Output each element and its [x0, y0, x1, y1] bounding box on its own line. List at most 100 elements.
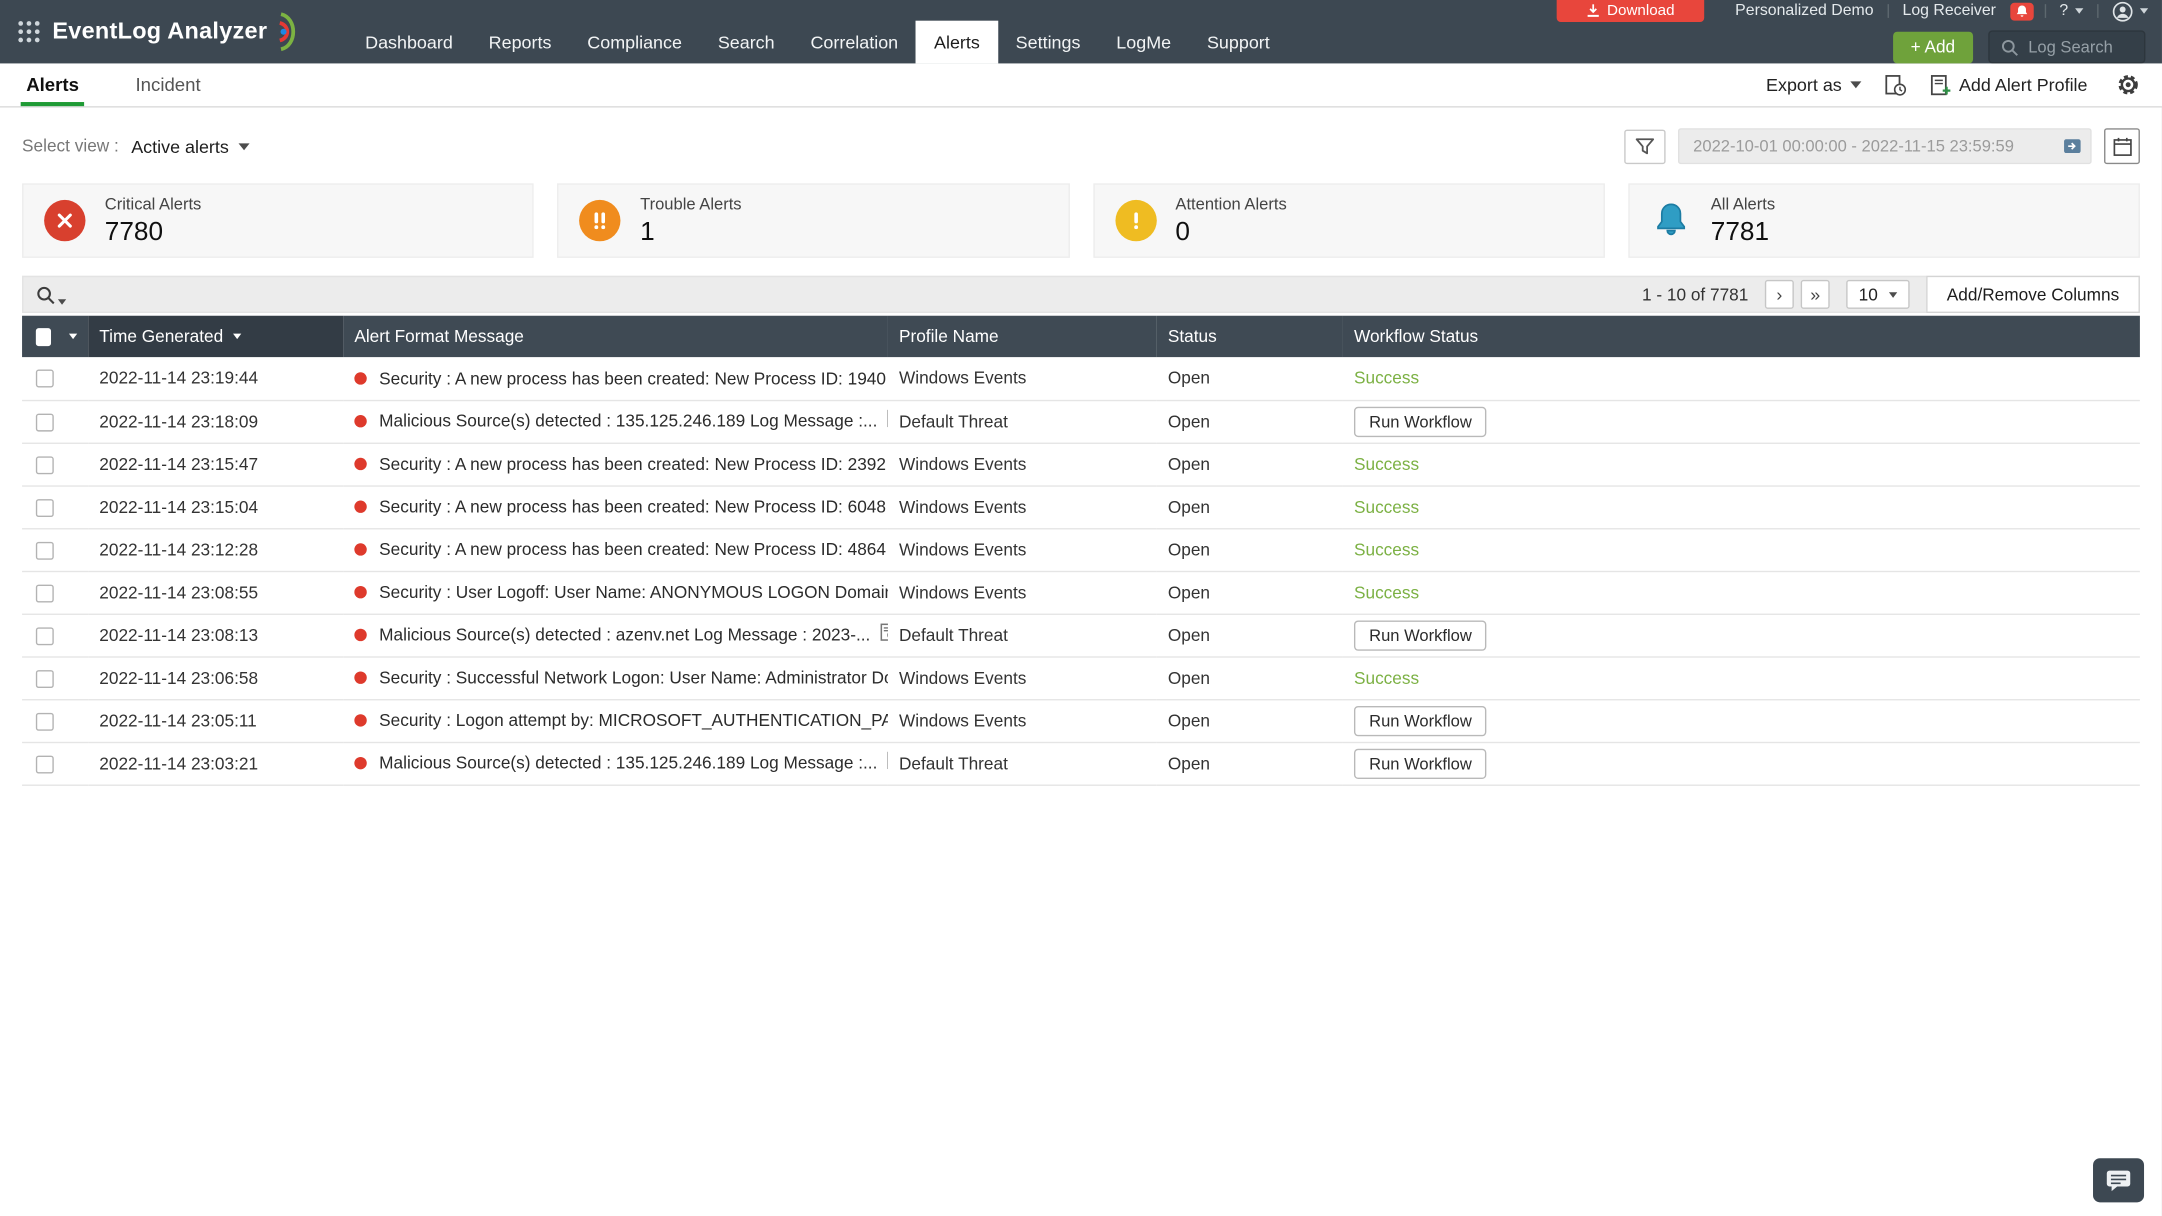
select-all-checkbox[interactable]: [36, 327, 51, 345]
alert-message-link[interactable]: Security : A new process has been create…: [379, 498, 888, 517]
calendar-button[interactable]: [2104, 128, 2140, 164]
run-workflow-button[interactable]: Run Workflow: [1354, 705, 1487, 735]
personalized-demo-link[interactable]: Personalized Demo: [1721, 3, 1887, 20]
view-log-icon[interactable]: [887, 751, 888, 774]
summary-card-critical[interactable]: Critical Alerts7780: [22, 183, 534, 257]
alert-message-link[interactable]: Malicious Source(s) detected : 135.125.2…: [379, 412, 877, 431]
column-status[interactable]: Status: [1157, 316, 1343, 357]
table-row[interactable]: 2022-11-14 23:12:28Security : A new proc…: [22, 528, 2140, 571]
alert-message-link[interactable]: Security : Logon attempt by: MICROSOFT_A…: [379, 711, 888, 730]
table-row[interactable]: 2022-11-14 23:15:04 Security : A new proc…: [22, 485, 2140, 528]
table-search-button[interactable]: [36, 285, 66, 304]
summary-card-attention[interactable]: Attention Alerts0: [1093, 183, 1605, 257]
date-shortcut-icon[interactable]: [2063, 137, 2082, 156]
status-cell: Open: [1157, 742, 1343, 785]
view-log-icon[interactable]: [887, 410, 888, 433]
add-alert-profile-button[interactable]: Add Alert Profile: [1930, 74, 2087, 96]
table-row[interactable]: 2022-11-14 23:03:21Malicious Source(s) d…: [22, 742, 2140, 785]
run-workflow-button[interactable]: Run Workflow: [1354, 406, 1487, 436]
card-label: Trouble Alerts: [640, 194, 741, 213]
card-label: Critical Alerts: [105, 194, 202, 213]
alert-message-link[interactable]: Security : Successful Network Logon: Use…: [379, 669, 888, 688]
last-page-button[interactable]: »: [1801, 280, 1830, 309]
alert-message-cell: Malicious Source(s) detected : 135.125.2…: [343, 742, 888, 785]
nav-item-settings[interactable]: Settings: [998, 21, 1099, 64]
workflow-status-cell: Run Workflow: [1343, 614, 2140, 657]
view-log-icon[interactable]: [880, 623, 888, 646]
nav-item-dashboard[interactable]: Dashboard: [347, 21, 471, 64]
table-row[interactable]: 2022-11-14 23:18:09Malicious Source(s) d…: [22, 400, 2140, 443]
nav-item-logme[interactable]: LogMe: [1098, 21, 1189, 64]
run-workflow-button[interactable]: Run Workflow: [1354, 748, 1487, 778]
row-checkbox[interactable]: [36, 541, 54, 559]
select-dropdown-icon[interactable]: [69, 334, 77, 340]
chevron-down-icon: [1850, 81, 1861, 88]
log-search-input[interactable]: Log Search: [1988, 30, 2145, 63]
log-receiver-link[interactable]: Log Receiver: [1889, 3, 2010, 20]
alert-message-link[interactable]: Security : A new process has been create…: [379, 369, 888, 388]
workflow-status-cell: Run Workflow: [1343, 699, 2140, 742]
row-checkbox[interactable]: [36, 456, 54, 474]
tab-alerts[interactable]: Alerts: [22, 63, 83, 106]
row-checkbox[interactable]: [36, 499, 54, 517]
nav-item-reports[interactable]: Reports: [471, 21, 570, 64]
add-button[interactable]: + Add: [1893, 31, 1973, 63]
help-menu[interactable]: ?: [2046, 3, 2098, 20]
export-as-menu[interactable]: Export as: [1766, 74, 1861, 95]
status-cell: Open: [1157, 400, 1343, 443]
table-row[interactable]: 2022-11-14 23:15:47 Security : A new proc…: [22, 443, 2140, 486]
row-checkbox-cell: [22, 614, 88, 657]
download-button[interactable]: Download: [1556, 0, 1705, 22]
alert-message-link[interactable]: Security : A new process has been create…: [379, 540, 888, 559]
row-checkbox[interactable]: [36, 627, 54, 645]
alert-message-link[interactable]: Security : User Logoff: User Name: ANONY…: [379, 583, 888, 602]
row-checkbox[interactable]: [36, 584, 54, 602]
add-remove-columns-button[interactable]: Add/Remove Columns: [1926, 276, 2140, 313]
column-time-generated[interactable]: Time Generated: [88, 316, 343, 357]
severity-dot-icon: [354, 672, 366, 684]
tab-incident[interactable]: Incident: [131, 63, 204, 106]
table-row[interactable]: 2022-11-14 23:08:55Security : User Logof…: [22, 571, 2140, 614]
table-row[interactable]: 2022-11-14 23:06:58Security : Successful…: [22, 656, 2140, 699]
chat-widget-button[interactable]: [2093, 1158, 2144, 1202]
alert-message-link[interactable]: Malicious Source(s) detected : 135.125.2…: [379, 754, 877, 773]
row-checkbox[interactable]: [36, 670, 54, 688]
settings-gear-icon[interactable]: [2116, 73, 2139, 96]
add-profile-icon: [1930, 74, 1951, 96]
nav-item-alerts[interactable]: Alerts: [916, 21, 998, 64]
card-label: Attention Alerts: [1175, 194, 1286, 213]
nav-item-support[interactable]: Support: [1189, 21, 1288, 64]
table-row[interactable]: 2022-11-14 23:19:44Security : A new proc…: [22, 357, 2140, 400]
row-checkbox[interactable]: [36, 370, 54, 388]
workflow-status-cell: Run Workflow: [1343, 400, 2140, 443]
row-checkbox-cell: [22, 485, 88, 528]
row-checkbox[interactable]: [36, 712, 54, 730]
nav-item-search[interactable]: Search: [700, 21, 793, 64]
run-workflow-button[interactable]: Run Workflow: [1354, 620, 1487, 650]
chevron-down-icon: [2140, 8, 2148, 14]
view-selector[interactable]: Active alerts: [131, 136, 249, 157]
time-generated-cell: 2022-11-14 23:15:04: [88, 485, 343, 528]
date-range-input[interactable]: 2022-10-01 00:00:00 - 2022-11-15 23:59:5…: [1678, 128, 2092, 164]
column-workflow-status[interactable]: Workflow Status: [1343, 316, 2140, 357]
time-generated-cell: 2022-11-14 23:15:47: [88, 443, 343, 486]
page-size-select[interactable]: 10: [1846, 280, 1909, 309]
summary-card-trouble[interactable]: Trouble Alerts1: [557, 183, 1069, 257]
row-checkbox[interactable]: [36, 755, 54, 773]
summary-card-all[interactable]: All Alerts7781: [1628, 183, 2140, 257]
filter-button[interactable]: [1624, 129, 1665, 163]
next-page-button[interactable]: ›: [1765, 280, 1794, 309]
column-alert-format-message[interactable]: Alert Format Message: [343, 316, 888, 357]
table-row[interactable]: 2022-11-14 23:08:13Malicious Source(s) d…: [22, 614, 2140, 657]
notification-badge-icon[interactable]: [2010, 2, 2033, 20]
nav-item-compliance[interactable]: Compliance: [569, 21, 700, 64]
app-grid-icon[interactable]: [17, 19, 42, 44]
column-profile-name[interactable]: Profile Name: [888, 316, 1157, 357]
alert-message-link[interactable]: Malicious Source(s) detected : azenv.net…: [379, 625, 870, 644]
schedule-report-icon[interactable]: [1885, 74, 1907, 96]
user-menu[interactable]: [2099, 1, 2162, 22]
alert-message-link[interactable]: Security : A new process has been create…: [379, 455, 888, 474]
nav-item-correlation[interactable]: Correlation: [793, 21, 917, 64]
table-row[interactable]: 2022-11-14 23:05:11Security : Logon atte…: [22, 699, 2140, 742]
row-checkbox[interactable]: [36, 413, 54, 431]
